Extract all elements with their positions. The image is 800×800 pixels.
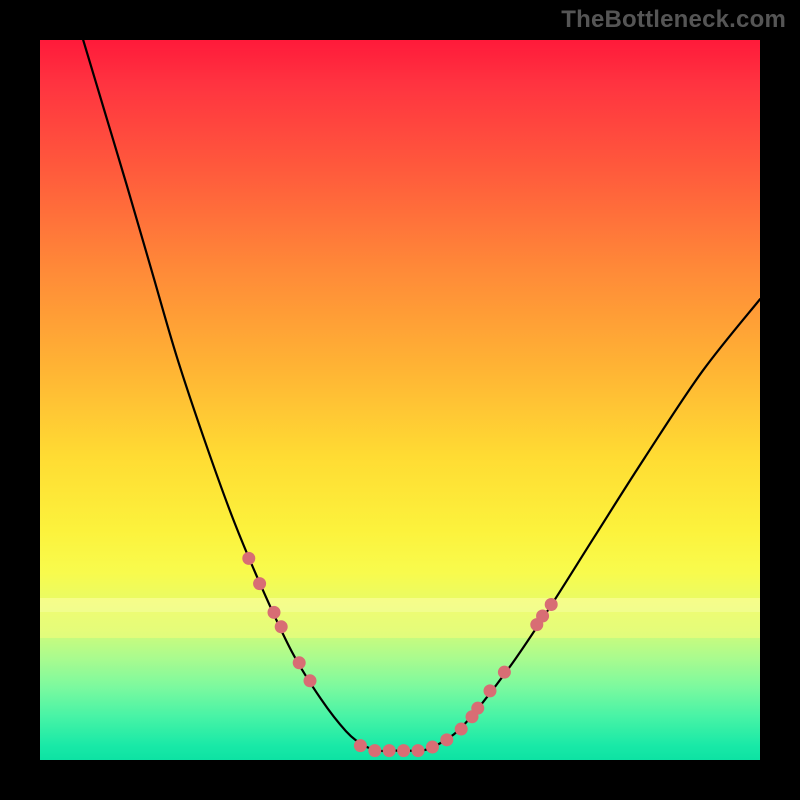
plot-area	[40, 40, 760, 760]
bottleneck-curve	[83, 40, 760, 751]
curve-marker	[242, 552, 255, 565]
curve-marker	[275, 620, 288, 633]
chart-frame: TheBottleneck.com	[0, 0, 800, 800]
curve-marker	[455, 723, 468, 736]
curve-marker	[368, 744, 381, 757]
curve-marker	[536, 610, 549, 623]
curve-marker	[293, 656, 306, 669]
curve-marker	[354, 739, 367, 752]
curve-marker	[383, 744, 396, 757]
curve-svg	[40, 40, 760, 760]
curve-marker	[412, 744, 425, 757]
curve-markers	[242, 552, 557, 757]
curve-marker	[498, 666, 511, 679]
curve-marker	[426, 741, 439, 754]
curve-marker	[268, 606, 281, 619]
curve-marker	[440, 733, 453, 746]
curve-marker	[397, 744, 410, 757]
curve-marker	[253, 577, 266, 590]
curve-marker	[471, 702, 484, 715]
curve-marker	[304, 674, 317, 687]
curve-marker	[484, 684, 497, 697]
watermark-text: TheBottleneck.com	[561, 6, 786, 34]
curve-marker	[545, 598, 558, 611]
